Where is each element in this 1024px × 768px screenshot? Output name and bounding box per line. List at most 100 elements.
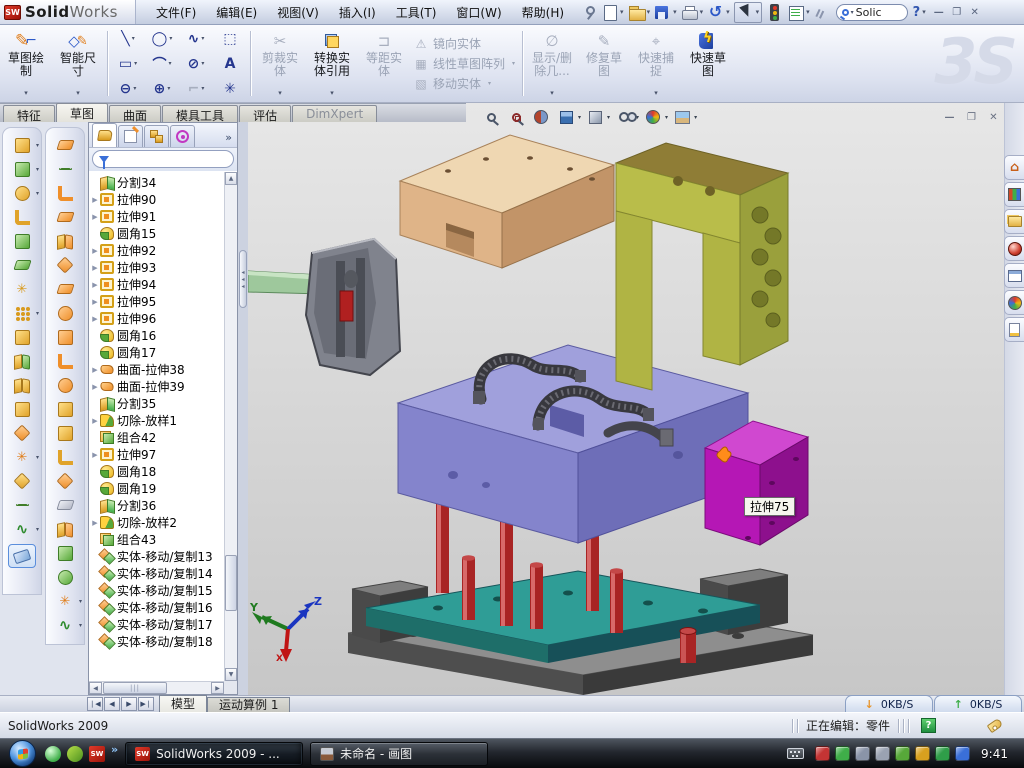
tooling-split-icon[interactable] — [54, 328, 76, 346]
point-icon[interactable]: ✳ — [213, 76, 247, 101]
tab-运动算例 1[interactable]: 运动算例 1 — [207, 697, 290, 712]
sketch-fillet-icon-dropdown[interactable]: ▾ — [201, 85, 204, 92]
menu-工具[interactable]: 工具(T) — [386, 0, 447, 25]
usb-device-icon[interactable] — [895, 746, 910, 761]
scroll-up-button[interactable]: ▲ — [225, 172, 237, 185]
fillet-icon-dropdown[interactable]: ▾ — [36, 190, 39, 197]
zoom-to-fit-icon[interactable] — [480, 106, 502, 128]
tree-item[interactable]: ▶切除-放样1 — [90, 412, 224, 429]
expand-arrow-icon[interactable]: ▶ — [90, 383, 100, 391]
spline-tools-icon[interactable]: ▾ — [11, 520, 33, 538]
expand-arrow-icon[interactable]: ▶ — [90, 213, 100, 221]
arc-icon-dropdown[interactable]: ▾ — [168, 60, 171, 67]
ellipse-icon-dropdown[interactable]: ▾ — [201, 60, 204, 67]
help-dropdown-icon[interactable]: ▾ — [922, 8, 926, 16]
stack-移动实体[interactable]: ▧移动实体▾ — [414, 75, 515, 92]
spline-tool-icon[interactable]: ▾ — [54, 616, 76, 634]
line-icon[interactable]: ╲▾ — [111, 26, 145, 51]
view-orientation-icon[interactable] — [555, 106, 577, 128]
edit-appearance-icon[interactable] — [642, 106, 664, 128]
last-page-button[interactable]: ▶❘ — [138, 697, 154, 711]
stack-镜向实体[interactable]: ⚠镜向实体 — [414, 35, 515, 52]
options-dropdown-icon[interactable]: ▾ — [806, 8, 810, 16]
extruded-boss-icon[interactable]: ▾ — [11, 136, 33, 154]
tree-vertical-scrollbar[interactable]: ▲ ▼ — [224, 172, 237, 681]
restore-button[interactable]: ❐ — [948, 4, 966, 20]
hide-show-items-icon[interactable] — [613, 106, 635, 128]
tree-item[interactable]: 分割36 — [90, 497, 224, 514]
doc-minimize-button[interactable]: — — [941, 110, 958, 124]
pin-icon[interactable] — [578, 3, 599, 22]
polygon-icon[interactable]: ⊕▾ — [145, 76, 179, 101]
hide-show-items-icon-dropdown[interactable]: ▾ — [636, 114, 639, 121]
tag-icon[interactable] — [987, 718, 1004, 733]
polygon-icon-dropdown[interactable]: ▾ — [167, 85, 170, 92]
convert-dropdown-icon[interactable]: ▾ — [330, 87, 334, 102]
move-copy-body-icon[interactable] — [11, 424, 33, 442]
volume-icon[interactable] — [875, 746, 890, 761]
shut-off-surface-icon[interactable] — [54, 160, 76, 178]
rectangle-icon[interactable]: ▭▾ — [111, 51, 145, 76]
taskbar-button-solidworks[interactable]: SWSolidWorks 2009 - ... — [125, 742, 303, 766]
tree-item[interactable]: ▶拉伸96 — [90, 310, 224, 327]
prev-page-button[interactable]: ◀ — [104, 697, 120, 711]
quick-launch-chevron-icon[interactable]: » — [111, 743, 118, 756]
tree-item[interactable]: 圆角15 — [90, 225, 224, 242]
tree-item[interactable]: ▶拉伸92 — [90, 242, 224, 259]
security-shield-icon[interactable] — [835, 746, 850, 761]
cavity-icon[interactable] — [54, 448, 76, 466]
expand-arrow-icon[interactable]: ▶ — [90, 264, 100, 272]
print-icon[interactable] — [679, 3, 700, 22]
sprue-block[interactable] — [306, 239, 400, 375]
undo-icon[interactable]: ↺ — [705, 3, 726, 22]
print-icon-dropdown[interactable]: ▾ — [700, 8, 704, 16]
menu-文件[interactable]: 文件(F) — [146, 0, 206, 25]
overflow-icon[interactable] — [812, 3, 833, 22]
tree-item[interactable]: ▶切除-放样2 — [90, 514, 224, 531]
linear-pattern-icon-dropdown[interactable]: ▾ — [36, 310, 39, 317]
text-icon[interactable]: A — [213, 51, 247, 76]
graphics-area[interactable]: ▾▾▾▾▾ — ❐ ✕ 拉伸75 Y Z X — [248, 103, 1004, 695]
spline-icon-dropdown[interactable]: ▾ — [201, 35, 204, 42]
minimize-button[interactable]: — — [930, 4, 948, 20]
mold-folders-icon[interactable] — [54, 400, 76, 418]
input-method-icon[interactable] — [787, 748, 804, 759]
circle-icon[interactable]: ◯▾ — [145, 26, 179, 51]
tree-item[interactable]: ▶拉伸95 — [90, 293, 224, 310]
save-icon-dropdown[interactable]: ▾ — [673, 8, 677, 16]
insert-part-icon[interactable]: ▾ — [11, 448, 33, 466]
scroll-down-button[interactable]: ▼ — [225, 668, 237, 681]
menu-帮助[interactable]: 帮助(H) — [512, 0, 574, 25]
tree-item[interactable]: ▶曲面-拉伸39 — [90, 378, 224, 395]
lasso-select-icon[interactable]: ⬚ — [213, 26, 247, 51]
tree-item[interactable]: 圆角17 — [90, 344, 224, 361]
taskpane-tab-design-library[interactable] — [1004, 182, 1024, 207]
splitter-handle[interactable]: ◂◂◂ — [239, 250, 247, 308]
start-button[interactable] — [9, 740, 36, 767]
tree-item[interactable]: 组合43 — [90, 531, 224, 548]
menu-视图[interactable]: 视图(V) — [267, 0, 329, 25]
taskpane-tab-view-palette[interactable] — [1004, 263, 1024, 288]
expand-arrow-icon[interactable]: ▶ — [90, 366, 100, 374]
solidworks-launch-icon[interactable]: SW — [89, 746, 105, 762]
quick-tips-button[interactable]: ? — [921, 718, 936, 733]
menu-窗口[interactable]: 窗口(W) — [446, 0, 511, 25]
tree-item[interactable]: ▶拉伸94 — [90, 276, 224, 293]
circle-icon-dropdown[interactable]: ▾ — [169, 35, 172, 42]
sketch-button[interactable]: ✎⌐ 草图绘 制 ▾ — [0, 25, 52, 102]
tree-item[interactable]: ▶拉伸91 — [90, 208, 224, 225]
tree-item[interactable]: 实体-移动/复制14 — [90, 565, 224, 582]
insert-part-icon-dropdown[interactable]: ▾ — [36, 454, 39, 461]
search-dropdown-icon[interactable]: ▾ — [851, 9, 854, 16]
tab-评估[interactable]: 评估 — [239, 105, 291, 122]
spline-tool-icon-dropdown[interactable]: ▾ — [79, 622, 82, 629]
save-icon[interactable] — [652, 3, 673, 22]
messenger-icon[interactable] — [45, 746, 61, 762]
expand-arrow-icon[interactable]: ▶ — [90, 315, 100, 323]
tree-item[interactable]: 圆角16 — [90, 327, 224, 344]
display-style-icon[interactable] — [584, 106, 606, 128]
health-monitor-icon[interactable] — [935, 746, 950, 761]
tree-item[interactable]: 实体-移动/复制16 — [90, 599, 224, 616]
tree-item[interactable]: 实体-移动/复制13 — [90, 548, 224, 565]
open-document-icon-dropdown[interactable]: ▾ — [647, 8, 651, 16]
